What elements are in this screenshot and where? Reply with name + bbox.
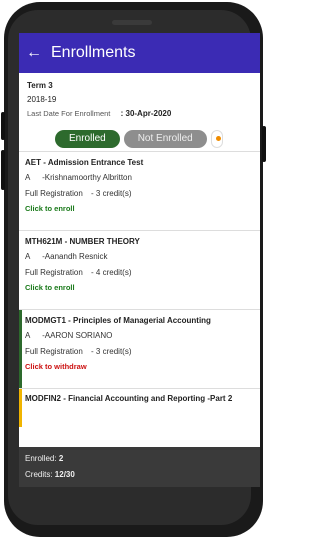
term-name: Term 3 [27, 81, 53, 90]
credits-value: 12/30 [54, 470, 75, 479]
course-section: A [25, 173, 30, 182]
course-name: MODMGT1 - Principles of Managerial Accou… [25, 316, 211, 325]
course-card[interactable]: AET - Admission Entrance Test A -Krishna… [19, 151, 260, 230]
enroll-link[interactable]: Click to enroll [25, 281, 254, 295]
speaker [112, 20, 152, 25]
app-bar: ← Enrollments [19, 33, 260, 73]
volume-down-button [1, 150, 5, 190]
course-instructor: -Aanandh Resnick [42, 252, 108, 261]
course-section-row: A -AARON SORIANO [25, 328, 254, 344]
filter-not-enrolled-chip[interactable]: Not Enrolled [123, 130, 207, 148]
course-credits: - 3 credit(s) [91, 189, 132, 198]
enrolled-value: 2 [58, 454, 64, 463]
credits-row: Credits: 12/30 [25, 467, 254, 483]
course-instructor: -Krishnamoorthy Albritton [42, 173, 132, 182]
course-credits: - 4 credit(s) [91, 268, 132, 277]
course-registration-row: Full Registration - 4 credit(s) [25, 265, 254, 281]
course-card[interactable]: MTH621M - NUMBER THEORY A -Aanandh Resni… [19, 230, 260, 309]
course-instructor: -AARON SORIANO [42, 331, 113, 340]
course-registration-row: Full Registration - 3 credit(s) [25, 186, 254, 202]
term-year: 2018-19 [27, 95, 57, 104]
course-section-row: A -Aanandh Resnick [25, 249, 254, 265]
course-section: A [25, 331, 30, 340]
volume-up-button [1, 112, 5, 140]
last-date-value: : 30-Apr-2020 [120, 109, 172, 118]
course-name: AET - Admission Entrance Test [25, 158, 144, 167]
last-date-row: Last Date For Enrollment : 30-Apr-2020 [27, 107, 252, 121]
screen: ← Enrollments Term 3 2018-19 Last Date F… [19, 33, 260, 487]
credits-label: Credits: [25, 470, 53, 479]
back-arrow-icon[interactable]: ← [19, 44, 49, 62]
course-registration: Full Registration [25, 268, 83, 277]
enrolled-count-row: Enrolled: 2 [25, 451, 254, 467]
course-section: A [25, 252, 30, 261]
course-card[interactable]: MODFIN2 - Financial Accounting and Repor… [19, 388, 260, 427]
course-section-row: A -Krishnamoorthy Albritton [25, 170, 254, 186]
course-registration-row: Full Registration - 3 credit(s) [25, 344, 254, 360]
last-date-label: Last Date For Enrollment [27, 109, 111, 118]
summary-footer: Enrolled: 2 Credits: 12/30 [19, 447, 260, 487]
power-button [262, 126, 266, 162]
enrolled-label: Enrolled: [25, 454, 57, 463]
page-title: Enrollments [51, 44, 136, 61]
filter-enrolled-chip[interactable]: Enrolled [55, 130, 120, 148]
course-name: MODFIN2 - Financial Accounting and Repor… [25, 394, 233, 403]
withdraw-link[interactable]: Click to withdraw [25, 360, 254, 374]
course-registration: Full Registration [25, 347, 83, 356]
filter-chips: Enrolled Not Enrolled [19, 125, 260, 151]
course-card[interactable]: MODMGT1 - Principles of Managerial Accou… [19, 309, 260, 388]
course-name: MTH621M - NUMBER THEORY [25, 237, 140, 246]
term-info: Term 3 2018-19 Last Date For Enrollment … [19, 73, 260, 125]
status-bar [19, 310, 22, 388]
course-credits: - 3 credit(s) [91, 347, 132, 356]
enroll-link[interactable]: Click to enroll [25, 202, 254, 216]
status-bar [19, 389, 22, 427]
course-registration: Full Registration [25, 189, 83, 198]
filter-more-chip[interactable] [210, 130, 223, 148]
